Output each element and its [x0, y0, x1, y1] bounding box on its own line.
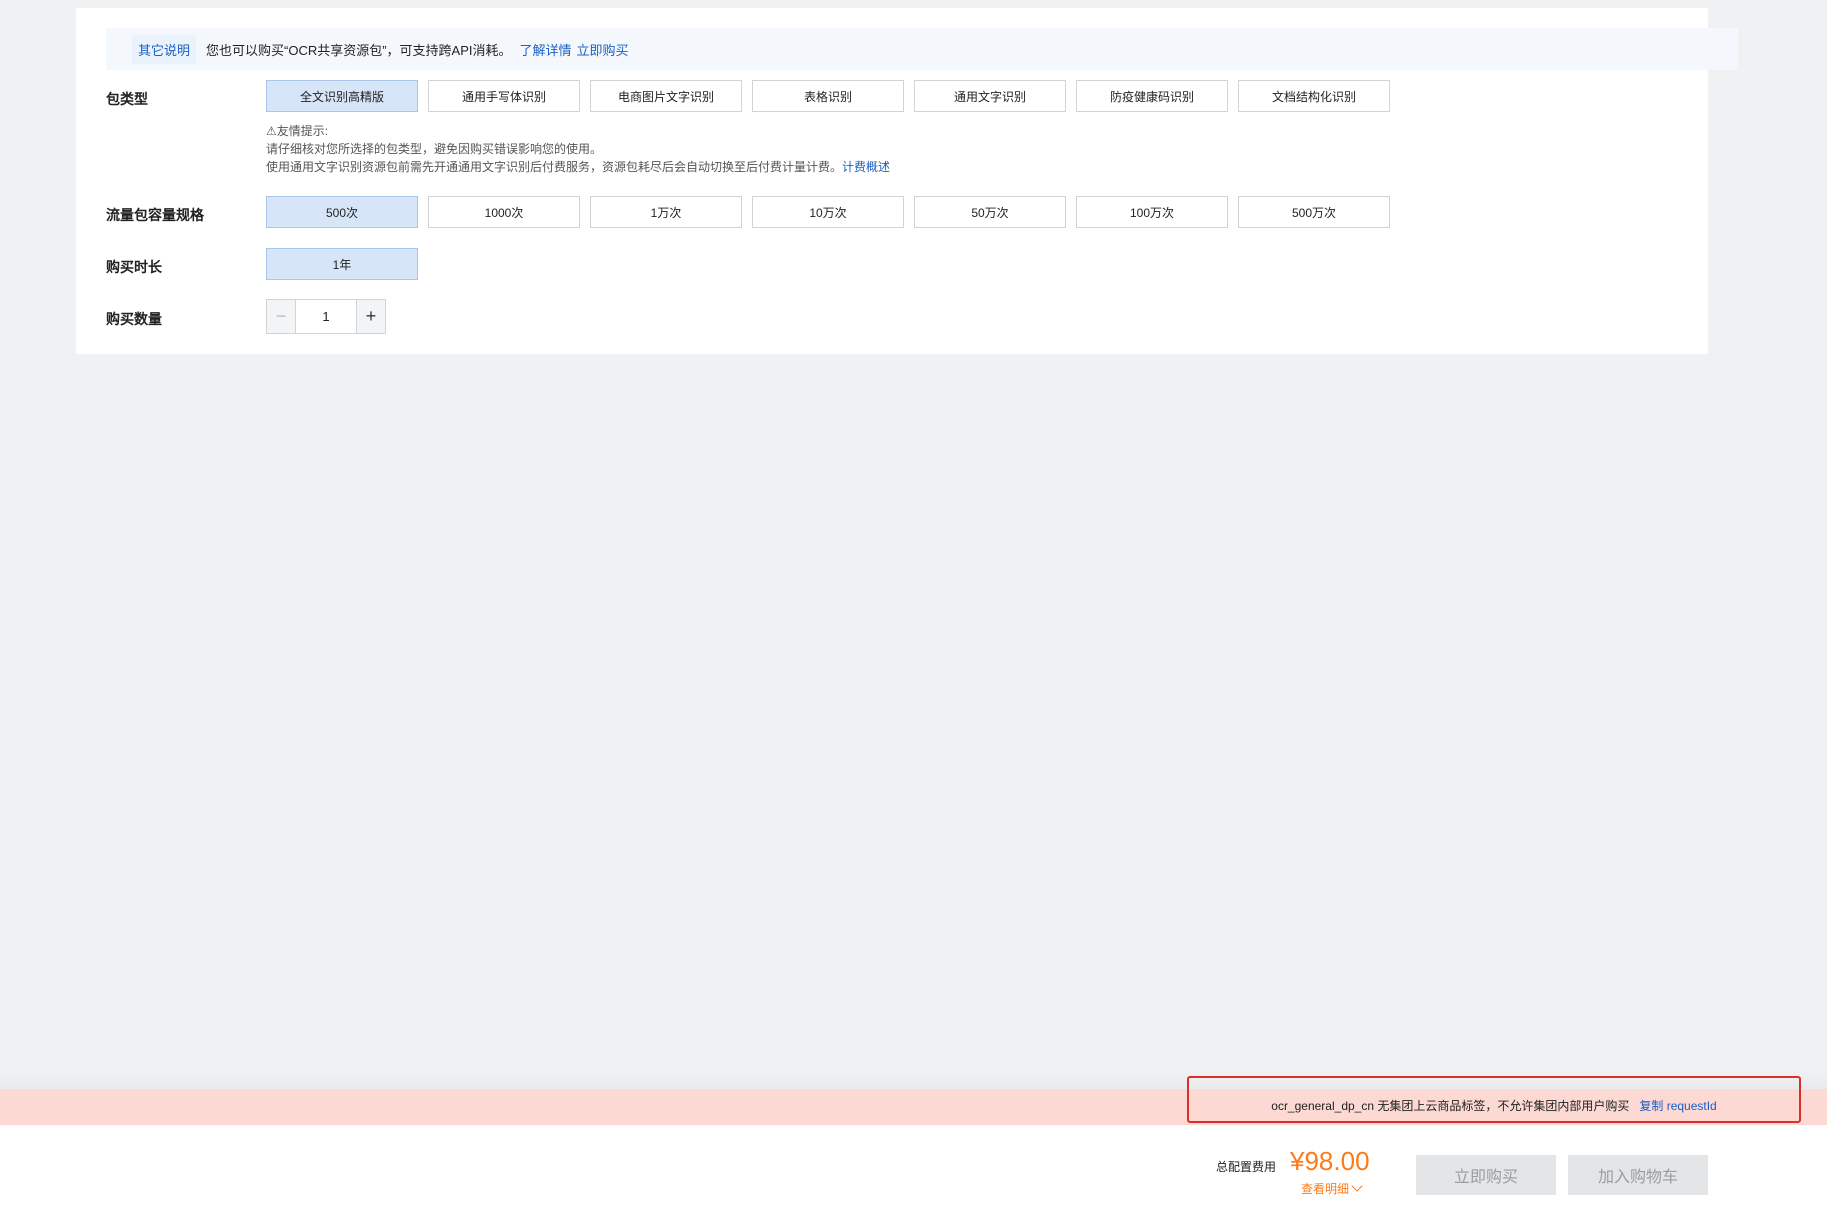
learn-more-link[interactable]: 了解详情 — [520, 40, 572, 59]
tips-line-text: 使用通用文字识别资源包前需先开通通用文字识别后付费服务，资源包耗尽后会自动切换至… — [266, 160, 843, 174]
package-type-option[interactable]: 文档结构化识别 — [1238, 80, 1390, 112]
capacity-option[interactable]: 1万次 — [590, 196, 742, 228]
add-to-cart-button[interactable]: 加入购物车 — [1568, 1155, 1708, 1195]
view-details-label: 查看明细 — [1301, 1182, 1350, 1196]
package-type-options: 全文识别高精版 通用手写体识别 电商图片文字识别 表格识别 通用文字识别 防疫健… — [266, 80, 1390, 112]
package-type-option[interactable]: 通用手写体识别 — [428, 80, 580, 112]
capacity-option[interactable]: 10万次 — [752, 196, 904, 228]
view-details-link[interactable]: 查看明细 — [1301, 1180, 1363, 1197]
increment-button[interactable]: + — [356, 300, 385, 333]
billing-overview-link[interactable]: 计费概述 — [842, 160, 890, 174]
notice-tag: 其它说明 — [132, 34, 197, 64]
capacity-option[interactable]: 1000次 — [428, 196, 580, 228]
quantity-stepper: − + — [266, 299, 386, 334]
package-type-option[interactable]: 全文识别高精版 — [266, 80, 418, 112]
quantity-input[interactable] — [296, 300, 356, 333]
buy-now-button[interactable]: 立即购买 — [1416, 1155, 1556, 1195]
notice-message: 您也可以购买“OCR共享资源包”，可支持跨API消耗。 — [206, 42, 512, 58]
buy-shared-pack-link[interactable]: 立即购买 — [577, 40, 629, 59]
total-cost-label: 总配置费用 — [1216, 1160, 1277, 1174]
capacity-option[interactable]: 500万次 — [1238, 196, 1390, 228]
package-type-option[interactable]: 电商图片文字识别 — [590, 80, 742, 112]
tips-title: ⚠友情提示: — [266, 124, 329, 138]
package-type-option[interactable]: 通用文字识别 — [914, 80, 1066, 112]
error-highlight-box: ocr_general_dp_cn 无集团上云商品标签，不允许集团内部用户购买 … — [1187, 1076, 1801, 1123]
tips-line: 请仔细核对您所选择的包类型，避免因购买错误影响您的使用。 — [266, 142, 603, 156]
capacity-label: 流量包容量规格 — [106, 207, 204, 223]
duration-options: 1年 — [266, 248, 418, 280]
tips-line: 使用通用文字识别资源包前需先开通通用文字识别后付费服务，资源包耗尽后会自动切换至… — [266, 158, 890, 176]
package-type-option[interactable]: 防疫健康码识别 — [1076, 80, 1228, 112]
copy-request-id-link[interactable]: 复制 requestId — [1639, 1097, 1716, 1114]
notice-bar: 其它说明 您也可以购买“OCR共享资源包”，可支持跨API消耗。 了解详情 立即… — [106, 28, 1738, 70]
capacity-options: 500次 1000次 1万次 10万次 50万次 100万次 500万次 — [266, 196, 1390, 228]
package-type-label: 包类型 — [106, 91, 148, 107]
capacity-option[interactable]: 500次 — [266, 196, 418, 228]
capacity-option[interactable]: 50万次 — [914, 196, 1066, 228]
duration-label: 购买时长 — [106, 259, 162, 275]
chevron-down-icon — [1351, 1180, 1363, 1192]
total-price: ¥98.00 — [1290, 1146, 1370, 1176]
package-type-option[interactable]: 表格识别 — [752, 80, 904, 112]
tips-block: ⚠友情提示: 请仔细核对您所选择的包类型，避免因购买错误影响您的使用。 使用通用… — [266, 122, 890, 176]
error-message: ocr_general_dp_cn 无集团上云商品标签，不允许集团内部用户购买 — [1271, 1099, 1630, 1113]
quantity-label: 购买数量 — [106, 311, 162, 327]
duration-option[interactable]: 1年 — [266, 248, 418, 280]
decrement-button[interactable]: − — [267, 300, 296, 333]
capacity-option[interactable]: 100万次 — [1076, 196, 1228, 228]
